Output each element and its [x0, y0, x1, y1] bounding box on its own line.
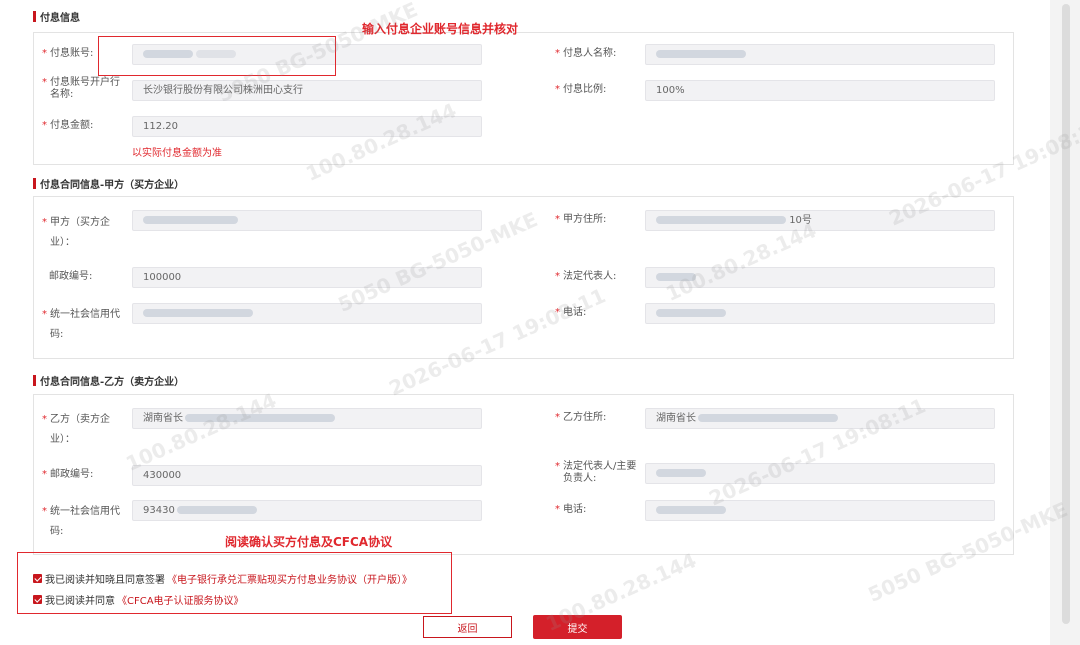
party-b-postcode-label: * 邮政编号:	[42, 469, 94, 480]
section-title-text: 付息信息	[40, 13, 80, 24]
party-a-postcode-label: 邮政编号:	[49, 271, 93, 282]
party-b-name-field[interactable]: 湖南省长	[132, 408, 482, 429]
annotation-top-text: 输入付息企业账号信息并核对	[362, 22, 519, 36]
section-title-payer-info: 付息信息	[33, 9, 80, 24]
party-b-address-label: * 乙方住所:	[555, 412, 607, 423]
payer-bank-field[interactable]: 长沙银行股份有限公司株洲田心支行	[132, 80, 482, 101]
section-marker	[33, 11, 36, 22]
payer-name-field[interactable]	[645, 44, 995, 65]
party-a-postcode-field[interactable]: 100000	[132, 267, 482, 288]
party-a-credit-code-label: * 统一社会信用代 码:	[42, 309, 120, 340]
section-title-party-a: 付息合同信息-甲方（买方企业）	[33, 176, 184, 191]
payer-account-label: * 付息账号:	[42, 48, 94, 59]
party-b-phone-label: * 电话:	[555, 504, 587, 515]
section-title-text: 付息合同信息-乙方（卖方企业）	[40, 377, 185, 388]
party-a-legal-rep-label: * 法定代表人:	[555, 271, 617, 282]
pay-ratio-field[interactable]: 100%	[645, 80, 995, 101]
party-b-phone-field[interactable]	[645, 500, 995, 521]
party-a-legal-rep-field[interactable]	[645, 267, 995, 288]
party-b-postcode-field[interactable]: 430000	[132, 465, 482, 486]
back-button[interactable]: 返回	[423, 616, 512, 638]
submit-button[interactable]: 提交	[533, 615, 622, 639]
payer-bank-label: * 付息账号开户行 名称:	[42, 77, 120, 100]
pay-ratio-label: * 付息比例:	[555, 84, 607, 95]
section-marker	[33, 178, 36, 189]
section-marker	[33, 375, 36, 386]
party-a-name-label: * 甲方（买方企 业）：	[42, 217, 110, 248]
section-title-text: 付息合同信息-甲方（买方企业）	[40, 180, 185, 191]
pay-amount-field[interactable]: 112.20	[132, 116, 482, 137]
scrollbar-thumb[interactable]	[1062, 4, 1070, 624]
party-b-legal-rep-field[interactable]	[645, 463, 995, 484]
party-b-address-field[interactable]: 湖南省长	[645, 408, 995, 429]
annotation-bottom-text: 阅读确认买方付息及CFCA协议	[225, 535, 393, 549]
section-title-party-b: 付息合同信息-乙方（卖方企业）	[33, 373, 184, 388]
pay-amount-hint: 以实际付息金额为准	[132, 148, 222, 159]
party-a-phone-field[interactable]	[645, 303, 995, 324]
pay-amount-label: * 付息金额:	[42, 120, 94, 131]
annotation-account-box	[98, 36, 336, 76]
party-a-name-field[interactable]	[132, 210, 482, 231]
party-b-name-label: * 乙方（卖方企 业）：	[42, 414, 110, 445]
party-a-address-label: * 甲方住所:	[555, 214, 607, 225]
party-a-credit-code-field[interactable]	[132, 303, 482, 324]
annotation-agreements-box	[17, 552, 452, 614]
party-b-legal-rep-label: * 法定代表人/主要 负责人:	[555, 461, 637, 484]
party-b-credit-code-label: * 统一社会信用代 码:	[42, 506, 120, 537]
payer-name-label: * 付息人名称:	[555, 48, 617, 59]
party-a-phone-label: * 电话:	[555, 307, 587, 318]
party-a-address-field[interactable]: 10号	[645, 210, 995, 231]
party-b-credit-code-field[interactable]: 93430	[132, 500, 482, 521]
